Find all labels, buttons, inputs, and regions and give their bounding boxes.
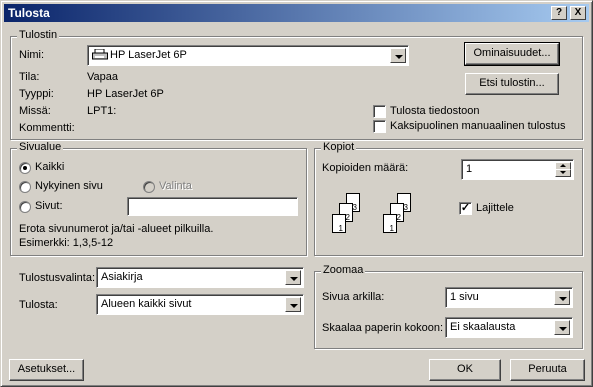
- copies-count-value: 1: [466, 163, 473, 175]
- chevron-down-icon[interactable]: [285, 270, 301, 285]
- radio-pages[interactable]: [19, 201, 31, 213]
- cancel-button[interactable]: Peruuta: [510, 359, 585, 381]
- options-button[interactable]: Asetukset...: [9, 359, 84, 381]
- radio-selection-label: Valinta: [159, 180, 192, 192]
- spin-down-icon[interactable]: [555, 169, 571, 177]
- help-icon: ?: [555, 7, 563, 18]
- scale-value: Ei skaalausta: [450, 321, 516, 333]
- window-title: Tulosta: [8, 6, 50, 20]
- printer-name-value: HP LaserJet 6P: [110, 49, 187, 61]
- help-button[interactable]: ?: [551, 6, 567, 20]
- printer-type-label: Tyyppi:: [19, 88, 54, 100]
- scale-label: Skaalaa paperin kokoon:: [322, 322, 444, 334]
- printer-status-label: Tila:: [19, 71, 40, 83]
- printer-comment-label: Kommentti:: [19, 122, 75, 134]
- print-what-value: Asiakirja: [101, 271, 143, 283]
- page-range-group-label: Sivualue: [17, 141, 64, 153]
- printer-icon: [92, 49, 108, 60]
- radio-all-pages-label: Kaikki: [35, 161, 65, 173]
- radio-current-page[interactable]: [19, 181, 31, 193]
- pages-input[interactable]: [127, 197, 298, 216]
- copies-group-label: Kopiot: [321, 141, 357, 153]
- printer-status-value: Vapaa: [87, 71, 118, 83]
- radio-selection[interactable]: [143, 181, 155, 193]
- page-range-hint-line2: Esimerkki: 1,3,5-12: [19, 237, 114, 249]
- close-icon: X: [574, 7, 582, 18]
- radio-all-pages[interactable]: [19, 162, 31, 174]
- collate-page: 1: [383, 214, 397, 233]
- scale-select[interactable]: Ei skaalausta: [445, 317, 573, 338]
- page-range-hint-line1: Erota sivunumerot ja/tai -alueet pilkuil…: [19, 223, 214, 235]
- print-label: Tulosta:: [19, 299, 58, 311]
- printer-name-select[interactable]: HP LaserJet 6P: [87, 45, 409, 66]
- close-button[interactable]: X: [570, 6, 586, 20]
- print-value: Alueen kaikki sivut: [101, 298, 192, 310]
- chevron-down-icon[interactable]: [390, 48, 406, 63]
- radio-current-page-label: Nykyinen sivu: [35, 180, 103, 192]
- chevron-down-icon[interactable]: [554, 320, 570, 335]
- pages-per-sheet-select[interactable]: 1 sivu: [445, 287, 573, 308]
- printer-name-label: Nimi:: [19, 49, 45, 61]
- checkmark-icon: ✓: [460, 202, 471, 214]
- print-select[interactable]: Alueen kaikki sivut: [96, 294, 304, 315]
- print-what-select[interactable]: Asiakirja: [96, 267, 304, 288]
- zoom-group-label: Zoomaa: [321, 264, 366, 276]
- collate-checkbox[interactable]: ✓: [459, 202, 472, 215]
- ok-button[interactable]: OK: [429, 359, 501, 381]
- radio-pages-label: Sivut:: [35, 200, 63, 212]
- chevron-down-icon[interactable]: [554, 290, 570, 305]
- find-printer-button[interactable]: Etsi tulostin...: [465, 73, 559, 95]
- properties-button[interactable]: Ominaisuudet...: [464, 42, 560, 66]
- pages-per-sheet-label: Sivua arkilla:: [322, 291, 385, 303]
- print-to-file-label: Tulosta tiedostoon: [390, 105, 480, 117]
- pages-per-sheet-value: 1 sivu: [450, 291, 479, 303]
- duplex-checkbox[interactable]: [373, 120, 386, 133]
- chevron-down-icon[interactable]: [285, 297, 301, 312]
- printer-where-value: LPT1:: [87, 105, 117, 117]
- print-what-label: Tulostusvalinta:: [19, 272, 96, 284]
- print-to-file-checkbox[interactable]: [373, 105, 386, 118]
- title-bar[interactable]: Tulosta ? X: [4, 4, 589, 22]
- printer-group-label: Tulostin: [17, 29, 60, 41]
- copies-count-input[interactable]: 1: [461, 159, 574, 180]
- collate-page: 1: [332, 214, 346, 233]
- collate-label: Lajittele: [476, 202, 514, 214]
- printer-where-label: Missä:: [19, 105, 51, 117]
- print-dialog: Tulosta ? X Tulostin Nimi: HP LaserJet 6…: [0, 0, 593, 387]
- copies-count-label: Kopioiden määrä:: [322, 162, 409, 174]
- duplex-label: Kaksipuolinen manuaalinen tulostus: [390, 120, 566, 132]
- printer-type-value: HP LaserJet 6P: [87, 88, 164, 100]
